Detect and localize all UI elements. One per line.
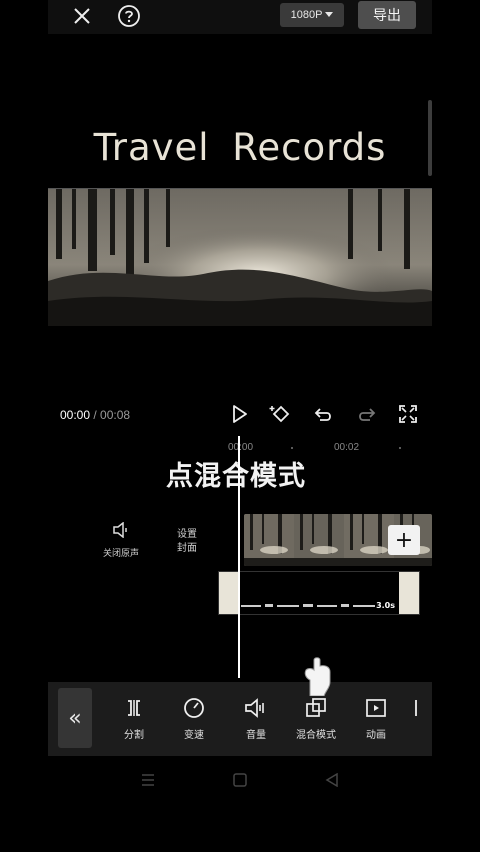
recent-apps-button[interactable] [138,772,158,788]
set-cover-button[interactable]: 设置 封面 [172,528,202,556]
total-time: 00:08 [100,408,131,422]
undo-icon [314,408,331,421]
ruler-label: 00:02 [334,442,360,453]
cover-label-line1: 设置 [177,529,197,540]
video-frame [48,188,432,326]
system-nav-bar [48,756,432,852]
export-button[interactable]: 导出 [358,1,416,29]
tool-label: 音量 [246,730,266,741]
forest-image [48,189,432,326]
redo-button[interactable] [352,400,380,428]
tool-label: 变速 [184,730,204,741]
play-icon [233,405,247,423]
volume-icon [245,698,264,718]
current-time: 00:00 [60,408,91,422]
playhead[interactable] [238,436,240,678]
tool-label: 动画 [366,730,386,741]
speaker-icon [113,521,127,539]
audio-trim-handle-left[interactable] [219,572,239,614]
square-icon [233,773,247,787]
top-bar: 1080P 导出 [48,0,432,34]
keyframe-icon [269,405,290,423]
partial-tool-icon [415,700,417,716]
menu-icon [142,774,154,786]
fullscreen-icon [399,405,417,423]
tool-volume[interactable]: 音量 [234,696,278,741]
pointing-hand-icon [296,656,336,700]
resolution-value: 1080P [290,9,323,21]
video-editor: 1080P 导出 Travel Records 00:00 / 00:08 00… [48,0,432,852]
triangle-back-icon [325,773,338,787]
cover-label-line2: 封面 [177,543,197,554]
back-button[interactable] [322,772,342,788]
playback-time: 00:00 / 00:08 [60,408,130,422]
audio-clip-track[interactable]: 3.0s [218,571,420,615]
caret-down-icon [325,12,334,17]
help-button[interactable] [116,3,142,29]
add-clip-button[interactable]: + [388,525,420,555]
keyframe-button[interactable] [266,400,294,428]
help-icon [118,5,140,27]
double-chevron-left-icon: « [68,705,82,731]
ruler-label: 00:00 [228,442,254,453]
redo-icon [359,408,376,421]
speed-icon [184,698,204,718]
tutorial-caption: 点混合模式 [166,461,306,492]
tool-split[interactable]: 分割 [112,696,156,741]
mute-label: 关闭原声 [102,549,139,559]
split-icon [128,700,140,716]
blend-mode-icon [306,698,326,717]
play-button[interactable] [226,400,254,428]
close-button[interactable] [68,4,96,28]
close-icon [74,8,90,24]
audio-trim-handle-right[interactable] [399,572,419,614]
tool-speed[interactable]: 变速 [172,696,216,741]
collapse-toolbar-button[interactable]: « [58,688,92,748]
edit-toolbar: « 分割 变速 音量 混合模式 动画 [48,657,432,756]
tool-label: 分割 [124,730,144,741]
ruler-tick [291,447,293,449]
time-separator: / [90,408,101,422]
mute-original-audio-button[interactable]: 关闭原声 [98,521,144,559]
ruler-tick [399,447,401,449]
tool-animation[interactable]: 动画 [354,696,398,741]
fullscreen-button[interactable] [394,400,422,428]
video-title-text: Travel Records [93,126,387,169]
animation-icon [366,699,386,717]
audio-duration-badge: 3.0s [376,601,395,610]
home-button[interactable] [230,772,250,788]
plus-icon: + [394,527,414,553]
tool-label: 混合模式 [296,730,336,741]
resolution-dropdown[interactable]: 1080P [280,3,344,27]
tool-more-partial[interactable] [410,696,432,720]
timeline[interactable]: 00:00 00:02 点混合模式 关闭原声 设置 封面 + 3.0s [48,436,432,682]
tool-blend-mode[interactable]: 混合模式 [294,696,338,741]
video-preview[interactable]: Travel Records 00:00 / 00:08 [48,34,432,436]
undo-button[interactable] [310,400,338,428]
